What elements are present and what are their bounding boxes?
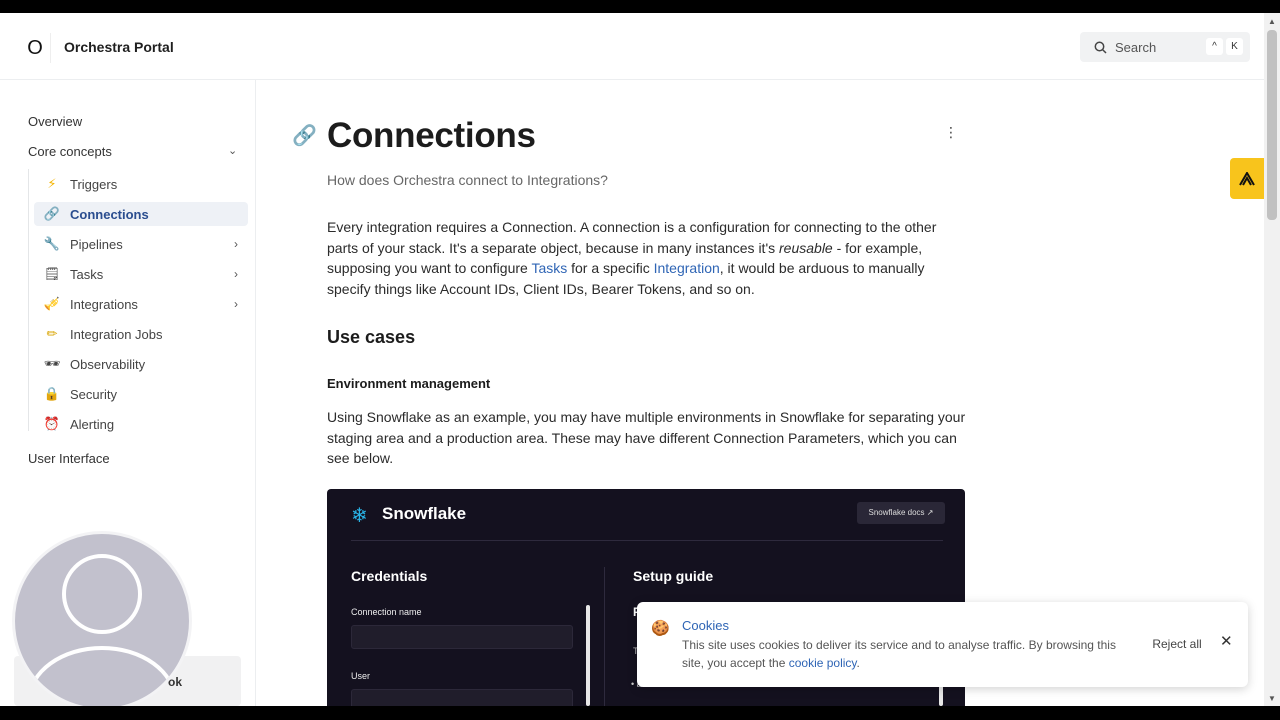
cookie-text: This site uses cookies to deliver its se…	[682, 636, 1132, 672]
sidebar-item-label: Tasks	[70, 266, 104, 282]
sidebar-item-alerting[interactable]: ⏰ Alerting	[34, 412, 248, 436]
link-icon: 🔗	[43, 206, 61, 221]
brand-title[interactable]: Orchestra Portal	[64, 39, 174, 55]
scrollbar[interactable]	[939, 684, 943, 706]
divider	[351, 540, 943, 541]
nav-rail	[28, 169, 29, 431]
scroll-up-icon[interactable]: ▲	[1268, 17, 1276, 26]
sidebar-item-label: Alerting	[70, 416, 115, 432]
search-icon	[1094, 41, 1107, 54]
sidebar-item-observability[interactable]: 🕶 Observability	[34, 352, 248, 376]
subsection-heading-environment: Environment management	[327, 376, 491, 391]
cookie-icon: 🍪	[651, 620, 670, 637]
sidebar-item-label: Integration Jobs	[70, 326, 163, 342]
notepad-icon: 🗒	[43, 266, 61, 281]
cookie-policy-link[interactable]: cookie policy	[789, 656, 857, 670]
page-scrollbar[interactable]: ▲ ▼	[1264, 13, 1280, 706]
sidebar-item-label: Triggers	[70, 176, 118, 192]
user-label: User	[351, 671, 371, 681]
sidebar-item-integration-jobs[interactable]: ✏ Integration Jobs	[34, 322, 248, 346]
connection-name-field[interactable]	[351, 625, 573, 649]
setup-guide-heading: Setup guide	[633, 568, 714, 584]
sidebar-item-label: Security	[70, 386, 117, 402]
chevron-right-icon[interactable]: ›	[234, 267, 238, 281]
intro-paragraph: Every integration requires a Connection.…	[327, 217, 967, 299]
lock-icon: 🔒	[43, 386, 61, 401]
alarm-clock-icon: ⏰	[43, 416, 61, 431]
avatar	[12, 531, 192, 706]
connection-name-label: Connection name	[351, 607, 422, 617]
integration-link[interactable]: Integration	[654, 260, 720, 276]
reject-all-button[interactable]: Reject all	[1141, 631, 1213, 657]
chevron-right-icon[interactable]: ›	[234, 297, 238, 311]
snowflake-docs-button[interactable]: Snowflake docs ↗	[857, 502, 945, 524]
sidebar-item-connections[interactable]: 🔗 Connections	[34, 202, 248, 226]
chevron-down-icon[interactable]: ⌄	[228, 144, 237, 157]
link-icon[interactable]: 🔗	[292, 123, 317, 148]
cookie-text-end: .	[856, 656, 860, 670]
orchestra-logo-icon[interactable]: O	[20, 33, 51, 63]
screen-bottom-bar	[0, 706, 1280, 720]
avatar-head-shape	[62, 554, 142, 634]
browser-viewport: O Orchestra Portal Search ^ K Overview C…	[0, 13, 1280, 706]
top-header: O Orchestra Portal Search ^ K	[0, 13, 1264, 80]
sidebar-item-label: Observability	[70, 356, 146, 372]
page-title: Connections	[327, 116, 536, 155]
trumpet-icon: 🎺	[43, 296, 61, 311]
search-label: Search	[1115, 39, 1157, 55]
credentials-heading: Credentials	[351, 568, 428, 584]
cookie-title: Cookies	[682, 618, 729, 633]
sidebar-item-pipelines[interactable]: 🔧 Pipelines ›	[34, 232, 248, 256]
sidebar-item-security[interactable]: 🔒 Security	[34, 382, 248, 406]
sidebar-item-tasks[interactable]: 🗒 Tasks ›	[34, 262, 248, 286]
scrollbar-thumb[interactable]	[1267, 30, 1277, 220]
sidebar-item-integrations[interactable]: 🎺 Integrations ›	[34, 292, 248, 316]
intro-text: for a specific	[567, 260, 654, 276]
chat-launcher-button[interactable]	[1230, 158, 1264, 199]
divider	[604, 567, 605, 706]
sidebar-item-label: Integrations	[70, 296, 138, 312]
wrench-icon: 🔧	[43, 236, 61, 251]
intro-emphasis: reusable	[779, 239, 833, 256]
tasks-link[interactable]: Tasks	[531, 260, 567, 276]
lightning-icon: ⚡	[47, 176, 57, 191]
scrollbar[interactable]	[586, 605, 590, 706]
sunglasses-icon: 🕶	[43, 356, 61, 371]
cookie-banner: 🍪 Cookies This site uses cookies to deli…	[637, 602, 1248, 687]
shortcut-key-ctrl: ^	[1206, 38, 1223, 55]
scroll-down-icon[interactable]: ▼	[1268, 694, 1276, 703]
pencil-icon: ✏	[46, 326, 58, 341]
sidebar-item-label: Connections	[70, 206, 149, 222]
sidebar-item-triggers[interactable]: ⚡ Triggers	[34, 172, 248, 196]
chevron-right-icon[interactable]: ›	[234, 237, 238, 251]
environment-paragraph: Using Snowflake as an example, you may h…	[327, 409, 966, 466]
cookie-text-body: This site uses cookies to deliver its se…	[682, 638, 1116, 670]
snowflake-logo-icon: ❄	[351, 505, 368, 527]
snowflake-title: Snowflake	[382, 504, 467, 523]
nav-user-interface[interactable]: User Interface	[28, 451, 110, 466]
sidebar-item-label: Pipelines	[70, 236, 123, 252]
sidebar: Overview Core concepts ⌄ ⚡ Triggers 🔗 Co…	[0, 80, 256, 706]
section-heading-use-cases: Use cases	[327, 327, 416, 347]
nav-overview[interactable]: Overview	[28, 114, 82, 129]
orchestra-mark-icon	[1239, 171, 1255, 186]
shortcut-key-k: K	[1226, 38, 1243, 55]
user-field[interactable]	[351, 689, 573, 706]
nav-core-concepts[interactable]: Core concepts	[28, 144, 112, 159]
page-subtitle: How does Orchestra connect to Integratio…	[327, 172, 608, 188]
avatar-body-shape	[27, 646, 177, 706]
close-icon[interactable]: ✕	[1220, 632, 1233, 650]
search-box[interactable]: Search ^ K	[1080, 32, 1250, 62]
more-options-icon[interactable]: ⋮	[944, 124, 958, 141]
